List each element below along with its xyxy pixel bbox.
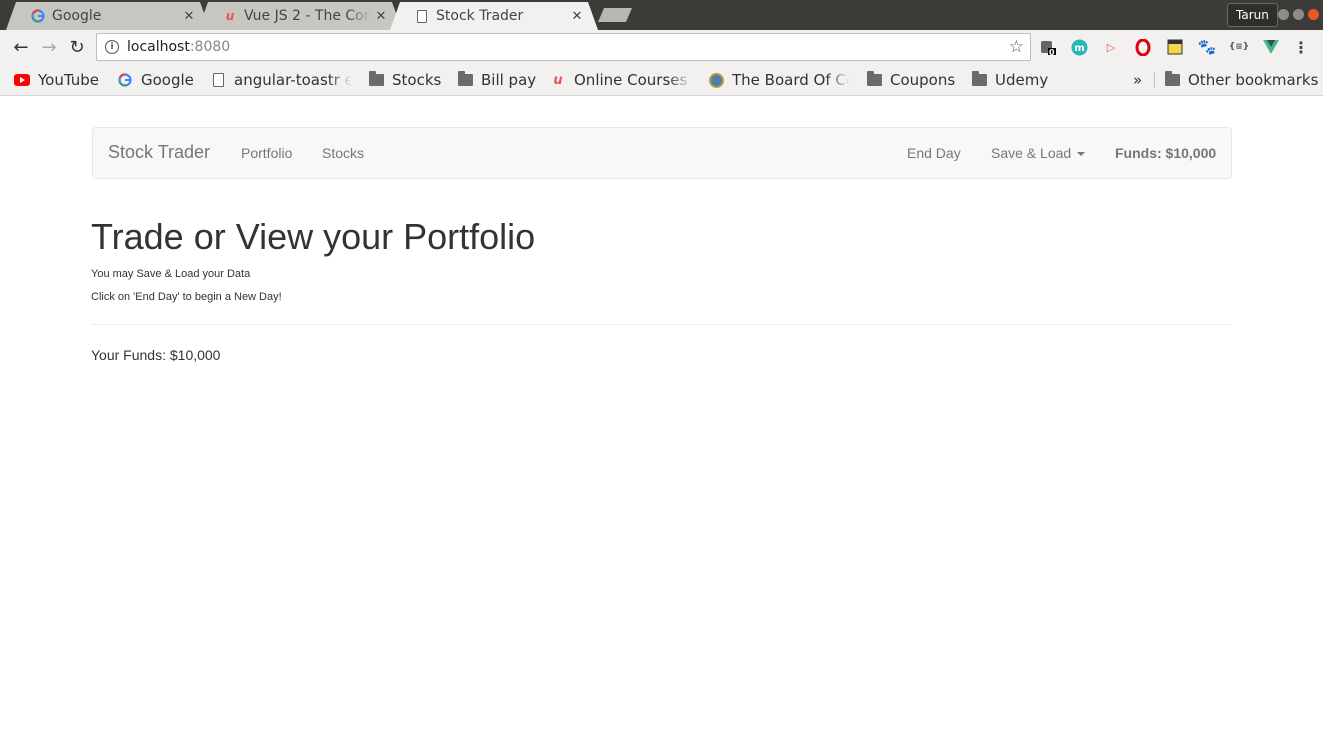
tab-title: Google <box>52 8 102 24</box>
save-load-dropdown[interactable]: Save & Load <box>991 145 1086 161</box>
bookmark-label: Online Courses - <box>574 71 692 89</box>
url-port: :8080 <box>189 39 231 55</box>
bookmark-udemy[interactable]: Udemy <box>971 70 1048 90</box>
your-funds-text: Your Funds: $10,000 <box>91 347 221 363</box>
bookmark-label: The Board Of Co <box>732 71 850 89</box>
bookmark-google[interactable]: Google <box>117 70 194 90</box>
bookmark-board[interactable]: The Board Of Co <box>708 70 850 90</box>
brand-link[interactable]: Stock Trader <box>108 142 210 163</box>
minimize-icon[interactable] <box>1278 9 1289 20</box>
bookmark-youtube[interactable]: YouTube <box>14 70 99 90</box>
opera-icon[interactable] <box>1134 38 1152 56</box>
caret-down-icon <box>1077 152 1086 157</box>
end-day-link[interactable]: End Day <box>907 145 961 161</box>
bookmark-label: Other bookmarks <box>1188 71 1319 89</box>
bookmark-label: YouTube <box>38 71 99 89</box>
bookmarks-bar: YouTube Google angular-toastr e Stocks B… <box>0 64 1323 96</box>
bookmark-label: Bill pay <box>481 71 537 89</box>
udemy-icon: u <box>225 9 235 23</box>
bookmark-stocks[interactable]: Stocks <box>368 70 441 90</box>
nav-portfolio-link[interactable]: Portfolio <box>241 145 292 161</box>
app-navbar: Stock Trader Portfolio Stocks End Day Sa… <box>92 127 1232 179</box>
bookmarks-divider <box>1154 72 1155 88</box>
tab-stock-trader[interactable]: Stock Trader ✕ <box>390 2 598 30</box>
vue-devtools-icon[interactable] <box>1262 38 1280 56</box>
bookmark-label: Coupons <box>890 71 956 89</box>
address-bar[interactable]: i localhost:8080 ☆ <box>96 33 1031 61</box>
bookmark-label: angular-toastr e <box>234 71 352 89</box>
google-icon <box>30 8 46 24</box>
json-extension-icon[interactable]: {≡} <box>1229 38 1249 56</box>
funds-display: Funds: $10,000 <box>1115 145 1217 161</box>
bookmark-bill-pay[interactable]: Bill pay <box>457 70 536 90</box>
udemy-icon: u <box>553 72 563 88</box>
cast-extension-icon[interactable]: ▷ <box>1102 38 1120 56</box>
close-icon[interactable]: ✕ <box>568 9 586 24</box>
page-viewport: Stock Trader Portfolio Stocks End Day Sa… <box>0 97 1323 741</box>
info-end-day: Click on 'End Day' to begin a New Day! <box>91 291 282 303</box>
seal-icon <box>708 72 724 88</box>
bookmark-coupons[interactable]: Coupons <box>866 70 955 90</box>
page-icon <box>210 73 226 87</box>
tab-strip: Google ✕ u Vue JS 2 - The Comp ✕ Stock T… <box>0 0 1323 30</box>
folder-icon <box>971 71 987 87</box>
nav-stocks-link[interactable]: Stocks <box>322 145 364 161</box>
bookmark-label: Stocks <box>392 71 442 89</box>
maximize-icon[interactable] <box>1293 9 1304 20</box>
tab-google[interactable]: Google ✕ <box>6 2 210 30</box>
gnome-extension-icon[interactable]: 🐾 <box>1198 38 1217 56</box>
bookmark-star-icon[interactable]: ☆ <box>1009 37 1024 57</box>
bookmark-angular-toastr[interactable]: angular-toastr e <box>210 70 352 90</box>
bookmarks-overflow-button[interactable]: » <box>1133 70 1142 90</box>
bookmark-online-courses[interactable]: u Online Courses - <box>550 70 692 90</box>
youtube-icon <box>14 73 30 87</box>
save-load-label: Save & Load <box>991 145 1072 161</box>
bookmark-label: Google <box>141 71 194 89</box>
folder-icon <box>866 71 882 87</box>
folder-icon <box>457 71 473 87</box>
reload-icon[interactable]: ↻ <box>66 36 88 58</box>
back-arrow-icon[interactable]: ← <box>10 36 32 58</box>
close-icon[interactable]: ✕ <box>372 9 390 24</box>
tab-vue-course[interactable]: u Vue JS 2 - The Comp ✕ <box>198 2 402 30</box>
folder-icon <box>368 71 384 87</box>
browser-toolbar: ← → ↻ i localhost:8080 ☆ 0 m ▷ 🐾 {≡} ⋮ <box>0 30 1323 64</box>
page-title: Trade or View your Portfolio <box>91 216 536 257</box>
forward-arrow-icon[interactable]: → <box>38 36 60 58</box>
info-save-load: You may Save & Load your Data <box>91 268 251 280</box>
tab-title: Vue JS 2 - The Comp <box>244 8 372 24</box>
profile-button[interactable]: Tarun <box>1227 3 1278 27</box>
window-close-icon[interactable] <box>1308 9 1319 20</box>
folder-icon <box>1164 71 1180 87</box>
svg-text:m: m <box>1074 43 1084 54</box>
url-host: localhost <box>127 39 190 55</box>
page-icon <box>414 8 430 24</box>
new-tab-button[interactable] <box>598 8 632 22</box>
info-icon[interactable]: i <box>105 40 119 54</box>
other-bookmarks[interactable]: Other bookmarks <box>1164 70 1318 90</box>
extension-badge-count: 0 <box>1049 48 1055 57</box>
bookmark-label: Udemy <box>995 71 1049 89</box>
divider <box>91 324 1232 325</box>
tab-title: Stock Trader <box>436 8 524 24</box>
close-icon[interactable]: ✕ <box>180 9 198 24</box>
m-extension-icon[interactable]: m <box>1070 38 1088 56</box>
extension-badge-icon[interactable]: 0 <box>1039 38 1057 57</box>
notes-extension-icon[interactable] <box>1166 38 1184 56</box>
menu-dots-icon[interactable]: ⋮ <box>1292 38 1310 57</box>
google-icon <box>117 73 133 87</box>
